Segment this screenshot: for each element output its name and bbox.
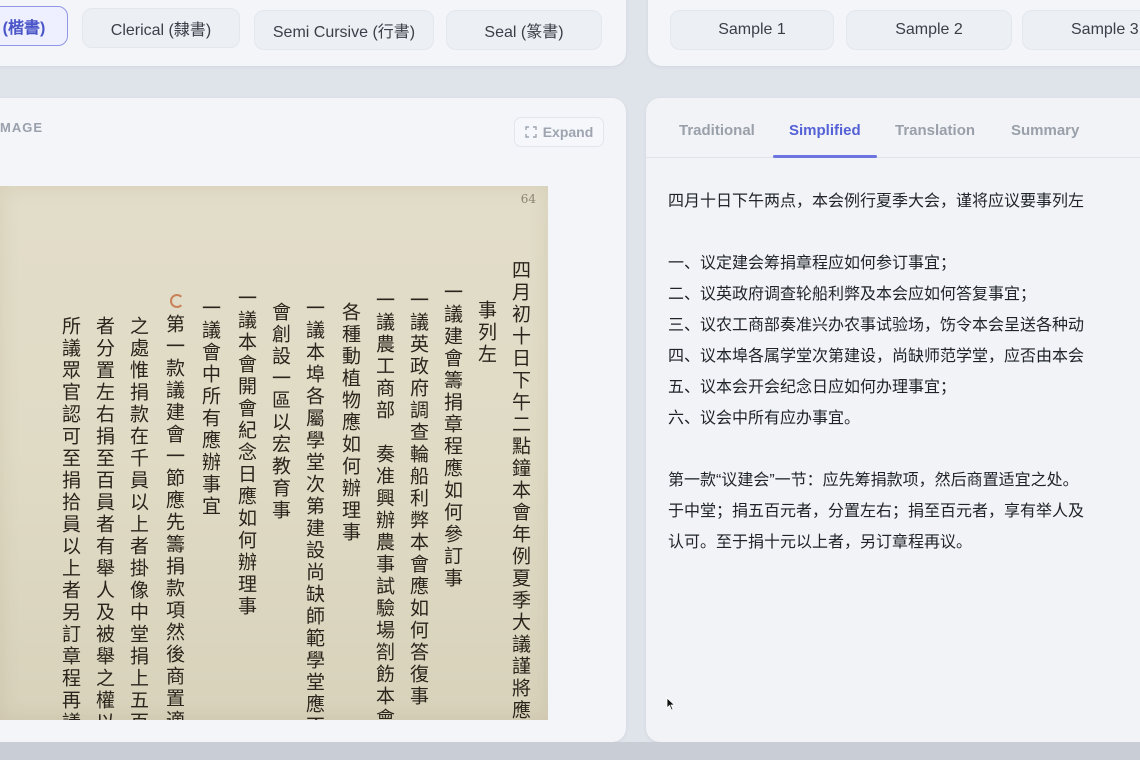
manuscript-column: 之處惟捐款在千員以上者掛像中堂捐上五百員 — [127, 316, 149, 720]
manuscript-column: 一議建會籌捐章程應如何參訂事 — [441, 282, 463, 590]
manuscript-column: 一議會中所有應辦事宜 — [199, 298, 221, 518]
manuscript-column: 所議眾官認可至捐拾員以上者另訂章程再議 — [59, 316, 81, 720]
red-annotation-mark — [170, 294, 184, 308]
manuscript-image: 64 四月初十日下午二點鐘本會年例夏季大議謹將應議要 事列左 一議建會籌捐章程應… — [0, 186, 548, 720]
style-tab-regular[interactable]: (楷書) — [0, 6, 68, 46]
tab-traditional[interactable]: Traditional — [679, 122, 755, 139]
manuscript-column: 者分置左右捐至百員者有舉人及被舉之權以上 — [93, 316, 115, 720]
tab-translation[interactable]: Translation — [895, 122, 975, 139]
expand-icon — [525, 126, 537, 138]
manuscript-column: 一議本會開會紀念日應如何辦理事 — [235, 288, 257, 618]
bottom-edge — [0, 742, 1140, 760]
text-line: 三、议农工商部奏准兴办农事试验场，饬令本会呈送各种动 — [668, 317, 1085, 334]
text-line: 四月十日下午两点，本会例行夏季大会，谨将应议要事列左 — [668, 193, 1085, 210]
manuscript-page-number: 64 — [520, 192, 536, 206]
style-tab-semi-cursive[interactable]: Semi Cursive (行書) — [254, 10, 434, 50]
manuscript-column: 各種動植物應如何辦理事 — [339, 302, 361, 544]
manuscript-column: 事列左 — [475, 300, 497, 366]
text-line: 认可。至于捐十元以上者，另订章程再议。 — [668, 534, 973, 551]
text-line: 四、议本埠各属学堂次第建设，尚缺师范学堂，应否由本会 — [668, 348, 1085, 365]
text-line: 于中堂；捐五百元者，分置左右；捐至百元者，享有举人及 — [668, 503, 1085, 520]
mouse-cursor-icon — [666, 697, 676, 711]
text-line: 第一款“议建会”一节：应先筹捐款项，然后商置适宜之处。 — [668, 472, 1079, 489]
text-tabs: Traditional Simplified Translation Summa… — [646, 98, 1140, 158]
expand-button[interactable]: Expand — [514, 117, 604, 147]
active-tab-indicator — [773, 155, 877, 158]
text-line: 六、议会中所有应办事宜。 — [668, 410, 861, 427]
style-tab-clerical[interactable]: Clerical (隸書) — [82, 8, 240, 48]
manuscript-column: 會創設一區以宏教育事 — [269, 302, 291, 522]
sample-tab-3[interactable]: Sample 3 — [1022, 10, 1140, 50]
manuscript-column: 一議英政府調查輪船利弊本會應如何答復事 — [407, 290, 429, 708]
text-line: 二、议英政府调查轮船利弊及本会应如何答复事宜； — [668, 286, 1037, 303]
tab-summary[interactable]: Summary — [1011, 122, 1079, 139]
text-line: 五、议本会开会纪念日应如何办理事宜； — [668, 379, 957, 396]
tab-simplified[interactable]: Simplified — [789, 122, 861, 139]
manuscript-column: 一議農工商部 奏准興辦農事試驗場劄飭本會呈送 — [373, 290, 395, 720]
manuscript-column: 第一款議建會一節應先籌捐款項然後商置適宜 — [163, 314, 185, 720]
expand-label: Expand — [542, 124, 594, 140]
image-section-label: MAGE — [0, 120, 43, 135]
sample-tab-1[interactable]: Sample 1 — [670, 10, 834, 50]
manuscript-column: 四月初十日下午二點鐘本會年例夏季大議謹將應議要 — [509, 260, 531, 720]
style-tab-seal[interactable]: Seal (篆書) — [446, 10, 602, 50]
text-line: 一、议定建会筹捐章程应如何参订事宜； — [668, 255, 957, 272]
sample-tab-2[interactable]: Sample 2 — [846, 10, 1012, 50]
manuscript-column: 一議本埠各屬學堂次第建設尚缺師範學堂應否由本 — [303, 298, 325, 720]
